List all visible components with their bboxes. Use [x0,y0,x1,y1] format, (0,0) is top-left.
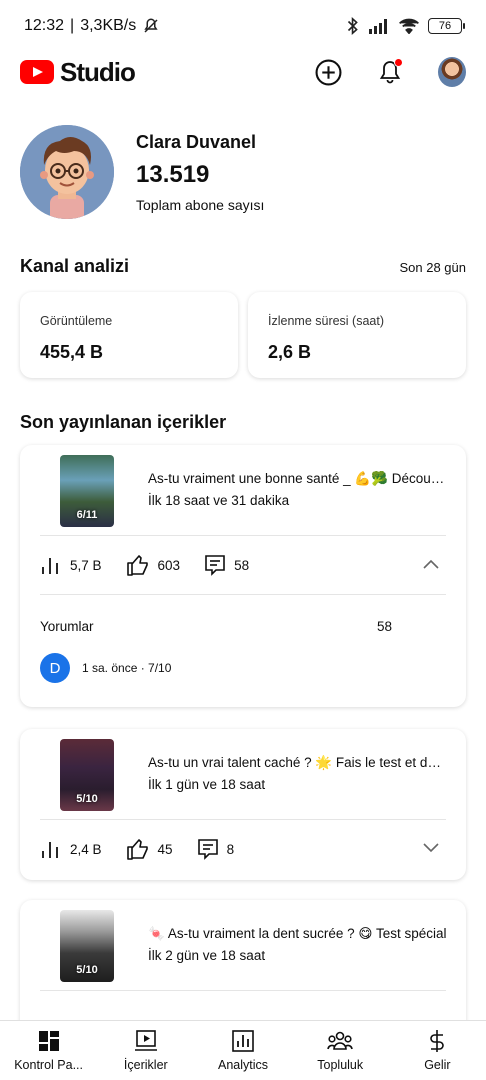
battery-indicator: 76 [428,18,465,34]
status-time: 12:32 [24,17,65,34]
bottom-navigation: Kontrol Pa... İçerikler Analytics Toplul… [0,1020,486,1080]
nav-earn[interactable]: Gelir [389,1021,486,1080]
views-value: 5,7 B [70,557,102,573]
comments-value: 58 [234,557,250,573]
likes-metric: 45 [126,838,173,860]
channel-name: Clara Duvanel [136,131,257,152]
notifications-button[interactable] [376,58,404,86]
watch-time-value: 2,6 B [268,342,312,362]
avatar [438,57,466,87]
video-row[interactable]: 5/10 As-tu un vrai talent caché ? 🌟 Fais… [20,729,466,819]
subscriber-label: Toplam abone sayısı [136,196,265,213]
channel-avatar[interactable] [20,125,114,219]
comments-count: 58 [376,618,392,634]
divider [40,990,446,991]
video-thumbnail: 5/10 [60,910,114,982]
notification-badge [394,58,403,67]
create-button[interactable] [314,58,342,86]
nav-community[interactable]: Topluluk [292,1021,389,1080]
video-title: As-tu vraiment une bonne santé _ 💪🥦 Déco… [148,471,448,486]
likes-metric: 603 [126,554,181,576]
expand-button[interactable] [422,842,440,857]
channel-profile: Clara Duvanel 13.519 Toplam abone sayısı [20,125,264,219]
recent-content-title: Son yayınlanan içerikler [20,412,227,432]
nav-content[interactable]: İçerikler [97,1021,194,1080]
nav-label: Kontrol Pa... [14,1058,83,1072]
likes-value: 45 [157,841,173,857]
watch-time-label: İzlenme süresi (saat) [268,314,385,328]
thumbs-up-icon [126,555,148,576]
analytics-icon [232,1030,254,1052]
nav-dashboard[interactable]: Kontrol Pa... [0,1021,97,1080]
video-title: 🍬 As-tu vraiment la dent sucrée ? 😋 Test… [148,926,447,941]
cartoon-avatar-icon [20,125,114,219]
views-label: Görüntüleme [40,314,113,328]
status-bar: 12:32 | 3,3KB/s 76 [0,0,486,52]
comments-metric: 58 [204,554,249,576]
views-metric: 2,4 B [40,839,102,859]
youtube-play-icon [20,60,54,84]
network-speed: 3,3KB/s [80,17,137,34]
views-metric: 5,7 B [40,555,102,575]
thumbnail-label: 5/10 [76,964,98,976]
video-metrics: 5,7 B 603 58 [20,536,466,594]
video-title: As-tu un vrai talent caché ? 🌟 Fais le t… [148,755,448,770]
analytics-title: Kanal analizi [20,256,130,276]
views-value: 455,4 B [40,342,104,362]
video-metrics: 2,4 B 45 8 [20,820,466,878]
collapse-button[interactable] [422,558,440,573]
bar-chart-icon [42,842,58,858]
video-card: 6/11 As-tu vraiment une bonne santé _ 💪🥦… [20,445,466,707]
comment-icon [205,555,225,576]
bar-chart-icon [42,558,58,574]
comments-label: Yorumlar [40,618,94,634]
comments-value: 8 [226,841,235,857]
nav-label: İçerikler [123,1058,168,1072]
video-row[interactable]: 5/10 🍬 As-tu vraiment la dent sucrée ? 😋… [20,900,466,990]
community-icon [327,1031,353,1050]
video-row[interactable]: 6/11 As-tu vraiment une bonne santé _ 💪🥦… [20,445,466,535]
account-button[interactable] [438,57,466,87]
video-period: İlk 2 gün ve 18 saat [148,948,266,963]
video-thumbnail: 6/11 [60,455,114,527]
wifi-icon [399,18,419,34]
studio-logo[interactable]: Studio [20,56,136,88]
watch-time-card[interactable]: İzlenme süresi (saat) 2,6 B [248,292,466,378]
latest-comment[interactable]: D 1 sa. önce · 7/10 [40,649,446,687]
mute-icon [144,18,158,33]
comments-metric: 8 [197,838,235,860]
video-card: 5/10 As-tu un vrai talent caché ? 🌟 Fais… [20,729,466,880]
views-value: 2,4 B [70,841,102,857]
thumbs-up-icon [126,839,148,860]
thumbnail-label: 5/10 [76,793,98,805]
nav-label: Analytics [217,1058,269,1072]
video-period: İlk 18 saat ve 31 dakika [148,493,290,508]
bluetooth-icon [347,17,358,35]
divider [40,594,446,595]
commenter-avatar: D [40,653,70,683]
content-icon [134,1030,157,1051]
likes-value: 603 [157,557,181,573]
chevron-up-icon [423,559,439,569]
comment-icon [197,839,218,860]
views-card[interactable]: Görüntüleme 455,4 B [20,292,238,378]
subscriber-count: 13.519 [136,160,210,188]
analytics-period: Son 28 gün [399,260,466,275]
comments-panel: Yorumlar 58 D 1 sa. önce · 7/10 [20,603,466,687]
nav-analytics[interactable]: Analytics [194,1021,291,1080]
chevron-down-icon [423,842,439,852]
video-thumbnail: 5/10 [60,739,114,811]
add-circle-icon [315,59,341,85]
comment-meta: 1 sa. önce · 7/10 [82,661,172,675]
thumbnail-label: 6/11 [76,509,98,521]
dashboard-icon [38,1031,59,1051]
nav-label: Gelir [424,1058,451,1072]
comments-header[interactable]: Yorumlar 58 [40,603,446,649]
earn-icon [430,1030,445,1052]
video-period: İlk 1 gün ve 18 saat [148,777,266,792]
nav-label: Topluluk [317,1058,364,1072]
signal-icon [369,19,387,34]
logo-text: Studio [60,56,136,87]
app-header: Studio [0,52,486,92]
